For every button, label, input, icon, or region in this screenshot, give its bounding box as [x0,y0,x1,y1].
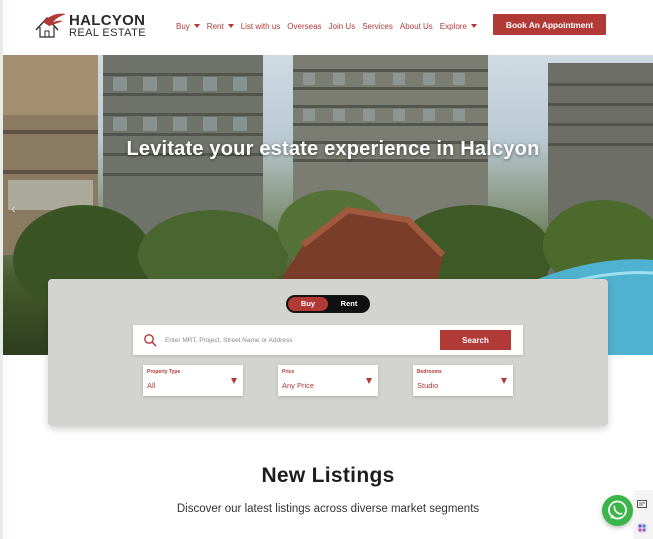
bedrooms-value: Studio [417,381,439,390]
chevron-down-icon [501,378,507,384]
chevron-down-icon [231,378,237,384]
property-search-panel: Buy Rent Search Property Type All Price … [48,279,608,426]
main-nav: Buy Rent List with us Overseas Join Us S… [176,19,484,33]
carousel-prev-arrow-icon[interactable]: ‹ [11,200,16,216]
nav-item-list-with-us[interactable]: List with us [241,22,281,31]
site-header: HALCYON REAL ESTATE Buy Rent List with u… [3,0,653,55]
hero-title: Levitate your estate experience in Halcy… [126,138,540,160]
search-input[interactable] [165,332,435,348]
search-bar: Search [133,325,523,355]
price-label: Price [282,369,295,375]
side-widget-panel [633,490,653,539]
property-type-select[interactable]: Property Type All [143,365,243,396]
brand-name: HALCYON [69,12,146,29]
brand-subname: REAL ESTATE [69,27,146,39]
book-appointment-button[interactable]: Book An Appointment [493,14,606,35]
property-type-value: All [147,381,156,390]
accessibility-icon[interactable] [636,522,648,534]
buy-rent-toggle: Buy Rent [286,295,370,313]
nav-item-buy[interactable]: Buy [176,22,200,31]
house-bird-logo-icon [35,13,66,38]
chevron-down-icon [227,24,234,28]
section-subtitle: Discover our latest listings across dive… [176,503,480,515]
whatsapp-chat-button[interactable] [602,495,633,526]
chevron-down-icon [470,24,477,28]
nav-item-join-us[interactable]: Join Us [329,22,356,31]
section-title-new-listings: New Listings [261,464,395,487]
nav-item-rent[interactable]: Rent [207,22,234,31]
message-icon[interactable] [637,500,647,508]
nav-item-overseas[interactable]: Overseas [287,22,321,31]
search-button[interactable]: Search [440,330,511,350]
price-value: Any Price [282,381,315,390]
nav-item-explore[interactable]: Explore [440,22,477,31]
chevron-down-icon [366,378,372,384]
nav-item-about-us[interactable]: About Us [400,22,433,31]
search-icon [144,334,157,347]
nav-item-services[interactable]: Services [362,22,393,31]
bedrooms-label: Bedrooms [417,369,442,375]
toggle-buy-button[interactable]: Buy [288,297,328,311]
property-type-label: Property Type [147,369,181,375]
chevron-down-icon [193,24,200,28]
toggle-rent-button[interactable]: Rent [330,297,368,311]
whatsapp-icon [608,500,627,520]
bedrooms-select[interactable]: Bedrooms Studio [413,365,513,396]
brand-logo[interactable]: HALCYON REAL ESTATE [33,10,146,42]
price-select[interactable]: Price Any Price [278,365,378,396]
